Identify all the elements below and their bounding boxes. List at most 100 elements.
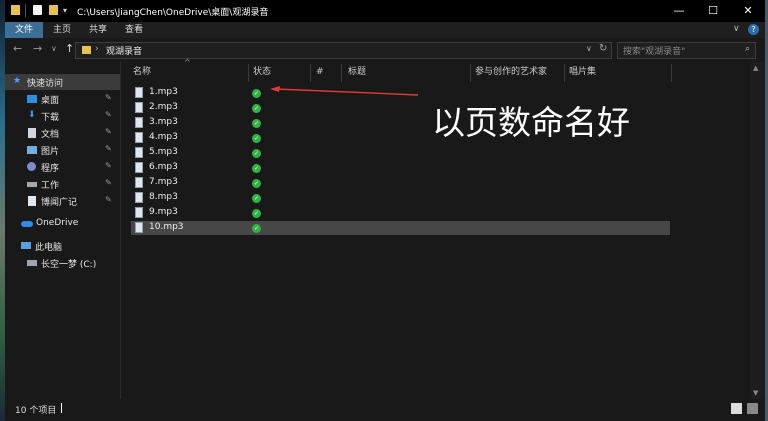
address-row: ← → ∨ ↑ › 观湖录音 ∨ ↻ 搜索"观湖录音" ⌕ <box>5 40 765 60</box>
column-divider[interactable] <box>248 64 249 82</box>
sync-status-check-icon: ✓ <box>252 179 261 188</box>
toolbar-divider <box>25 4 26 17</box>
address-dropdown-icon[interactable]: ∨ <box>586 44 592 53</box>
details-view-icon[interactable] <box>731 403 742 414</box>
recent-locations-button[interactable]: ∨ <box>51 44 57 53</box>
column-divider[interactable] <box>341 64 342 82</box>
column-header-name[interactable]: 名称 <box>133 64 151 80</box>
sidebar-item-bowenguangji[interactable]: 博闻广记 ✎ <box>5 193 120 209</box>
download-icon: ⬇ <box>28 110 36 120</box>
address-bar[interactable]: › 观湖录音 ∨ ↻ <box>75 42 612 59</box>
table-row[interactable]: 9.mp3 ✓ <box>131 206 670 220</box>
file-name: 7.mp3 <box>149 177 178 187</box>
pin-icon[interactable]: ✎ <box>105 161 112 170</box>
documents-icon <box>28 128 36 138</box>
column-header-artist[interactable]: 参与创作的艺术家 <box>475 64 547 80</box>
quick-access-dropdown-icon[interactable]: ▾ <box>63 6 67 15</box>
help-icon[interactable]: ? <box>748 24 759 35</box>
expand-ribbon-icon[interactable]: ∨ <box>733 24 740 34</box>
sync-status-check-icon: ✓ <box>252 149 261 158</box>
breadcrumb-separator[interactable]: › <box>95 44 99 54</box>
work-drive-icon <box>27 182 37 187</box>
audio-file-icon <box>135 87 143 98</box>
column-header-title[interactable]: 标题 <box>348 64 366 80</box>
vertical-scrollbar[interactable]: ▲ ▼ <box>750 62 765 399</box>
back-button[interactable]: ← <box>13 42 22 55</box>
close-button[interactable]: ✕ <box>731 0 765 22</box>
sidebar-item-program[interactable]: 程序 ✎ <box>5 159 120 175</box>
sidebar-item-drive-c[interactable]: 长空一梦 (C:) <box>5 255 120 271</box>
sidebar-item-this-pc[interactable]: 此电脑 <box>5 238 120 254</box>
file-icon <box>28 196 36 206</box>
sidebar-item-documents[interactable]: 文档 ✎ <box>5 125 120 141</box>
sidebar-item-onedrive[interactable]: OneDrive <box>5 216 120 232</box>
sidebar-item-downloads[interactable]: ⬇ 下载 ✎ <box>5 108 120 124</box>
sidebar-item-label: 快速访问 <box>27 79 64 89</box>
column-header-status[interactable]: 状态 <box>253 64 271 80</box>
pin-icon[interactable]: ✎ <box>105 178 112 187</box>
sidebar-item-quick-access[interactable]: ★ 快速访问 <box>5 74 120 90</box>
sidebar-item-label: 工作 <box>41 181 60 191</box>
table-row[interactable]: 6.mp3 ✓ <box>131 161 670 175</box>
file-name: 10.mp3 <box>149 222 184 232</box>
forward-button[interactable]: → <box>33 42 42 55</box>
tab-home[interactable]: 主页 <box>43 22 81 38</box>
pin-icon[interactable]: ✎ <box>105 110 112 119</box>
pin-icon[interactable]: ✎ <box>105 195 112 204</box>
large-icons-view-icon[interactable] <box>747 403 758 414</box>
new-folder-icon[interactable] <box>49 5 58 15</box>
sort-ascending-icon: ^ <box>184 58 191 67</box>
program-icon <box>27 162 36 171</box>
sidebar-item-pictures[interactable]: 图片 ✎ <box>5 142 120 158</box>
tab-view[interactable]: 查看 <box>115 22 153 38</box>
sidebar-item-label: 此电脑 <box>35 243 63 253</box>
breadcrumb-current-folder[interactable]: 观湖录音 <box>106 44 142 57</box>
table-row[interactable]: 8.mp3 ✓ <box>131 191 670 205</box>
search-input[interactable]: 搜索"观湖录音" ⌕ <box>617 42 756 59</box>
star-icon: ★ <box>13 76 22 86</box>
search-icon[interactable]: ⌕ <box>745 44 750 54</box>
sync-status-check-icon: ✓ <box>252 224 261 233</box>
sync-status-check-icon: ✓ <box>252 104 261 113</box>
item-count: 10 个项目 <box>15 406 57 416</box>
sync-status-check-icon: ✓ <box>252 89 261 98</box>
column-divider[interactable] <box>564 64 565 82</box>
column-divider[interactable] <box>671 64 672 82</box>
maximize-button[interactable]: ☐ <box>696 0 730 22</box>
folder-icon <box>82 46 91 54</box>
sidebar-item-work[interactable]: 工作 ✎ <box>5 176 120 192</box>
file-name: 6.mp3 <box>149 162 178 172</box>
refresh-icon[interactable]: ↻ <box>599 43 607 54</box>
up-button[interactable]: ↑ <box>65 42 74 55</box>
column-divider[interactable] <box>470 64 471 82</box>
tab-file[interactable]: 文件 <box>5 22 44 38</box>
pin-icon[interactable]: ✎ <box>105 127 112 136</box>
table-row-selected[interactable]: 10.mp3 ✓ <box>131 221 670 235</box>
window-title: C:\Users\JiangChen\OneDrive\桌面\观湖录音 <box>77 8 269 18</box>
sidebar-item-label: 长空一梦 (C:) <box>41 260 97 270</box>
sidebar-item-desktop[interactable]: 桌面 ✎ <box>5 91 120 107</box>
sync-status-check-icon: ✓ <box>252 209 261 218</box>
title-bar: ▾ C:\Users\JiangChen\OneDrive\桌面\观湖录音 — … <box>5 0 765 22</box>
column-header-album[interactable]: 唱片集 <box>569 64 596 80</box>
column-divider[interactable] <box>310 64 311 82</box>
scroll-down-icon[interactable]: ▼ <box>753 389 758 397</box>
minimize-button[interactable]: — <box>662 0 696 22</box>
file-name: 1.mp3 <box>149 87 178 97</box>
pin-icon[interactable]: ✎ <box>105 144 112 153</box>
file-name: 8.mp3 <box>149 192 178 202</box>
onedrive-icon <box>21 221 33 227</box>
pictures-icon <box>27 146 37 154</box>
scroll-up-icon[interactable]: ▲ <box>753 64 758 72</box>
audio-file-icon <box>135 207 143 218</box>
tab-share[interactable]: 共享 <box>79 22 117 38</box>
file-name: 9.mp3 <box>149 207 178 217</box>
pin-icon[interactable]: ✎ <box>105 93 112 102</box>
properties-icon[interactable] <box>33 5 42 15</box>
sync-status-check-icon: ✓ <box>252 164 261 173</box>
table-row[interactable]: 7.mp3 ✓ <box>131 176 670 190</box>
status-divider <box>61 403 62 413</box>
sync-status-check-icon: ✓ <box>252 134 261 143</box>
table-row[interactable]: 5.mp3 ✓ <box>131 146 670 160</box>
column-header-number[interactable]: # <box>316 64 324 80</box>
